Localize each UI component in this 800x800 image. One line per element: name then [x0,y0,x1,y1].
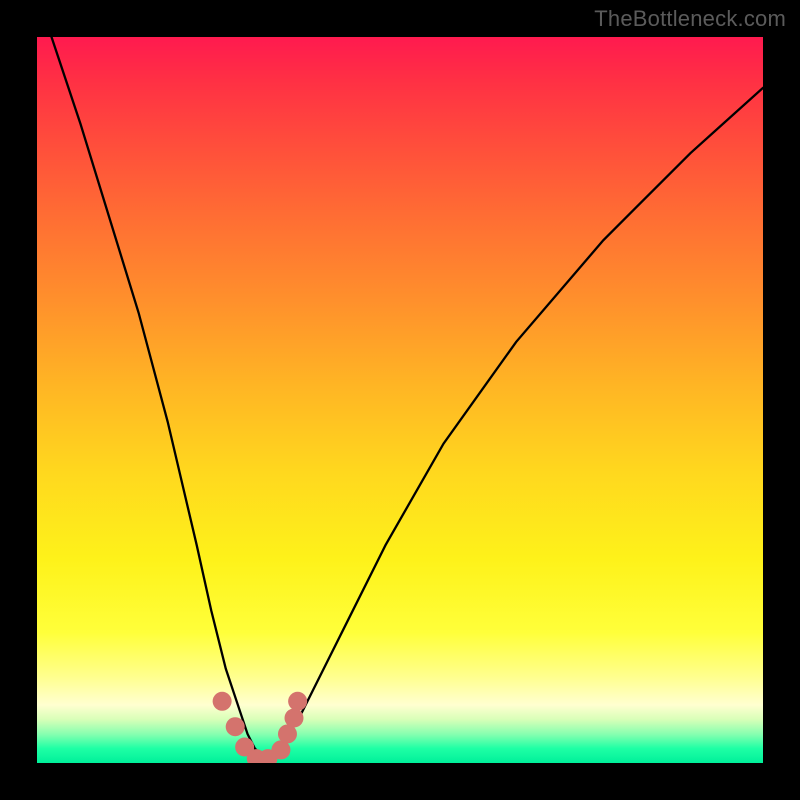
chart-svg [37,37,763,763]
sample-point [213,692,232,711]
sample-points-group [213,692,308,763]
sample-point [226,717,245,736]
chart-frame: TheBottleneck.com [0,0,800,800]
watermark-text: TheBottleneck.com [594,6,786,32]
sample-point [285,708,304,727]
plot-area [37,37,763,763]
bottleneck-curve [52,37,763,756]
sample-point [288,692,307,711]
